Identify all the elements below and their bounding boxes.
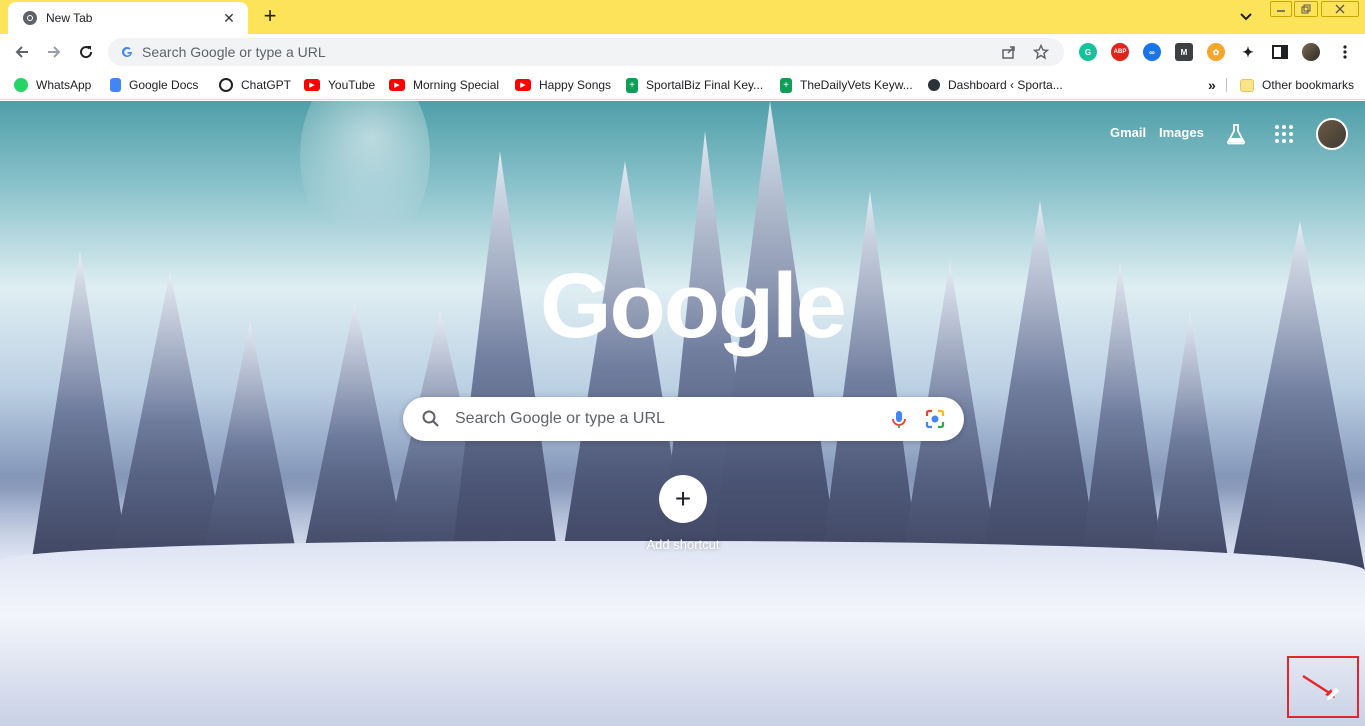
address-bar[interactable]: Search Google or type a URL [108,38,1064,66]
google-logo: Google [540,255,847,357]
add-shortcut-button[interactable]: + Add shortcut [643,475,723,552]
bookmark-label: Morning Special [413,78,500,92]
share-icon [1002,46,1015,59]
bookmark-morning-special[interactable]: ▶ Morning Special [389,76,499,94]
wordpress-icon [928,79,940,91]
bookmark-dashboard[interactable]: Dashboard ‹ Sporta... [928,76,1063,94]
close-icon [1335,4,1345,14]
google-g-icon [122,46,132,57]
microphone-icon[interactable] [888,408,910,430]
folder-icon [1240,78,1254,92]
back-button[interactable] [10,40,34,64]
reload-icon [80,46,93,59]
bookmark-thedailyvets[interactable]: + TheDailyVets Keyw... [780,76,913,94]
side-panel-button[interactable] [1271,43,1289,61]
plus-icon: + [659,475,707,523]
arrow-left-icon [15,46,28,58]
kebab-menu-icon [1343,45,1347,59]
background-snowfield [0,541,1365,726]
bookmark-youtube[interactable]: ▶ YouTube [304,76,375,94]
address-bar-placeholder: Search Google or type a URL [142,44,326,60]
bookmark-chatgpt[interactable]: ChatGPT [219,76,291,94]
youtube-icon: ▶ [304,79,320,91]
seo-extension-icon[interactable]: ✿ [1207,43,1225,61]
google-sheets-icon: + [780,77,792,93]
share-button[interactable] [1000,43,1018,61]
restore-button[interactable] [1294,1,1318,17]
account-avatar[interactable] [1316,118,1348,150]
reload-button[interactable] [74,40,98,64]
other-bookmarks[interactable]: Other bookmarks [1240,76,1354,94]
minimize-button[interactable] [1270,1,1292,17]
side-panel-icon [1272,45,1288,59]
toolbar: Search Google or type a URL G ABP ∞ M ✿ … [0,34,1365,70]
puzzle-icon[interactable]: ✦ [1239,43,1257,61]
tab-new-tab[interactable]: New Tab ✕ [8,2,248,34]
star-icon [1033,44,1049,60]
bookmark-label: TheDailyVets Keyw... [800,78,913,92]
bookmark-sportalbiz[interactable]: + SportalBiz Final Key... [626,76,763,94]
tab-title: New Tab [46,11,93,25]
bookmark-label: ChatGPT [241,78,292,92]
bookmark-label: WhatsApp [36,78,92,92]
infinity-extension-icon[interactable]: ∞ [1143,43,1161,61]
arrow-right-icon [48,46,61,58]
chrome-icon [23,11,37,25]
bookmark-happy-songs[interactable]: ▶ Happy Songs [515,76,611,94]
youtube-icon: ▶ [515,79,531,91]
ntp-search-box[interactable]: Search Google or type a URL [403,397,964,441]
bookmark-google-docs[interactable]: Google Docs [110,76,198,94]
tab-close-button[interactable]: ✕ [220,10,238,27]
google-lens-icon[interactable] [924,408,946,430]
tab-strip: New Tab ✕ + [0,0,1365,34]
google-sheets-icon: + [626,77,638,93]
restore-icon [1301,4,1311,14]
bookmarks-overflow-button[interactable]: » [1208,76,1216,94]
labs-flask-icon[interactable] [1226,123,1246,145]
new-tab-button[interactable]: + [258,5,282,29]
close-window-button[interactable] [1321,1,1359,17]
grammarly-extension-icon[interactable]: G [1079,43,1097,61]
bookmark-label: Dashboard ‹ Sporta... [948,78,1063,92]
adblock-plus-extension-icon[interactable]: ABP [1111,43,1129,61]
bookmark-label: SportalBiz Final Key... [646,78,764,92]
customize-chrome-button[interactable] [1287,656,1359,718]
bookmark-label: Happy Songs [539,78,612,92]
minimize-icon [1277,10,1285,12]
bookmarks-divider [1226,78,1227,92]
youtube-icon: ▶ [389,79,405,91]
chatgpt-icon [219,78,233,92]
whatsapp-icon [14,78,28,92]
forward-button[interactable] [42,40,66,64]
google-apps-grid-icon[interactable] [1275,125,1293,143]
other-bookmarks-label: Other bookmarks [1262,78,1355,92]
new-tab-page: Gmail Images Google Search Google or typ… [0,101,1365,726]
google-docs-icon [110,78,121,92]
pencil-icon [1327,688,1339,700]
bookmark-star-button[interactable] [1032,43,1050,61]
bookmarks-bar: WhatsApp Google Docs ChatGPT ▶ YouTube ▶… [0,70,1365,100]
profile-avatar[interactable] [1302,43,1320,61]
images-link[interactable]: Images [1159,125,1204,140]
chevron-down-icon[interactable] [1236,8,1256,26]
add-shortcut-label: Add shortcut [646,537,720,552]
menu-button[interactable] [1336,43,1354,61]
search-icon [422,410,439,427]
bookmark-whatsapp[interactable]: WhatsApp [14,76,91,94]
m-extension-icon[interactable]: M [1175,43,1193,61]
bookmark-label: Google Docs [129,78,199,92]
bookmark-label: YouTube [328,78,376,92]
ntp-search-placeholder: Search Google or type a URL [455,410,665,427]
gmail-link[interactable]: Gmail [1110,125,1146,140]
